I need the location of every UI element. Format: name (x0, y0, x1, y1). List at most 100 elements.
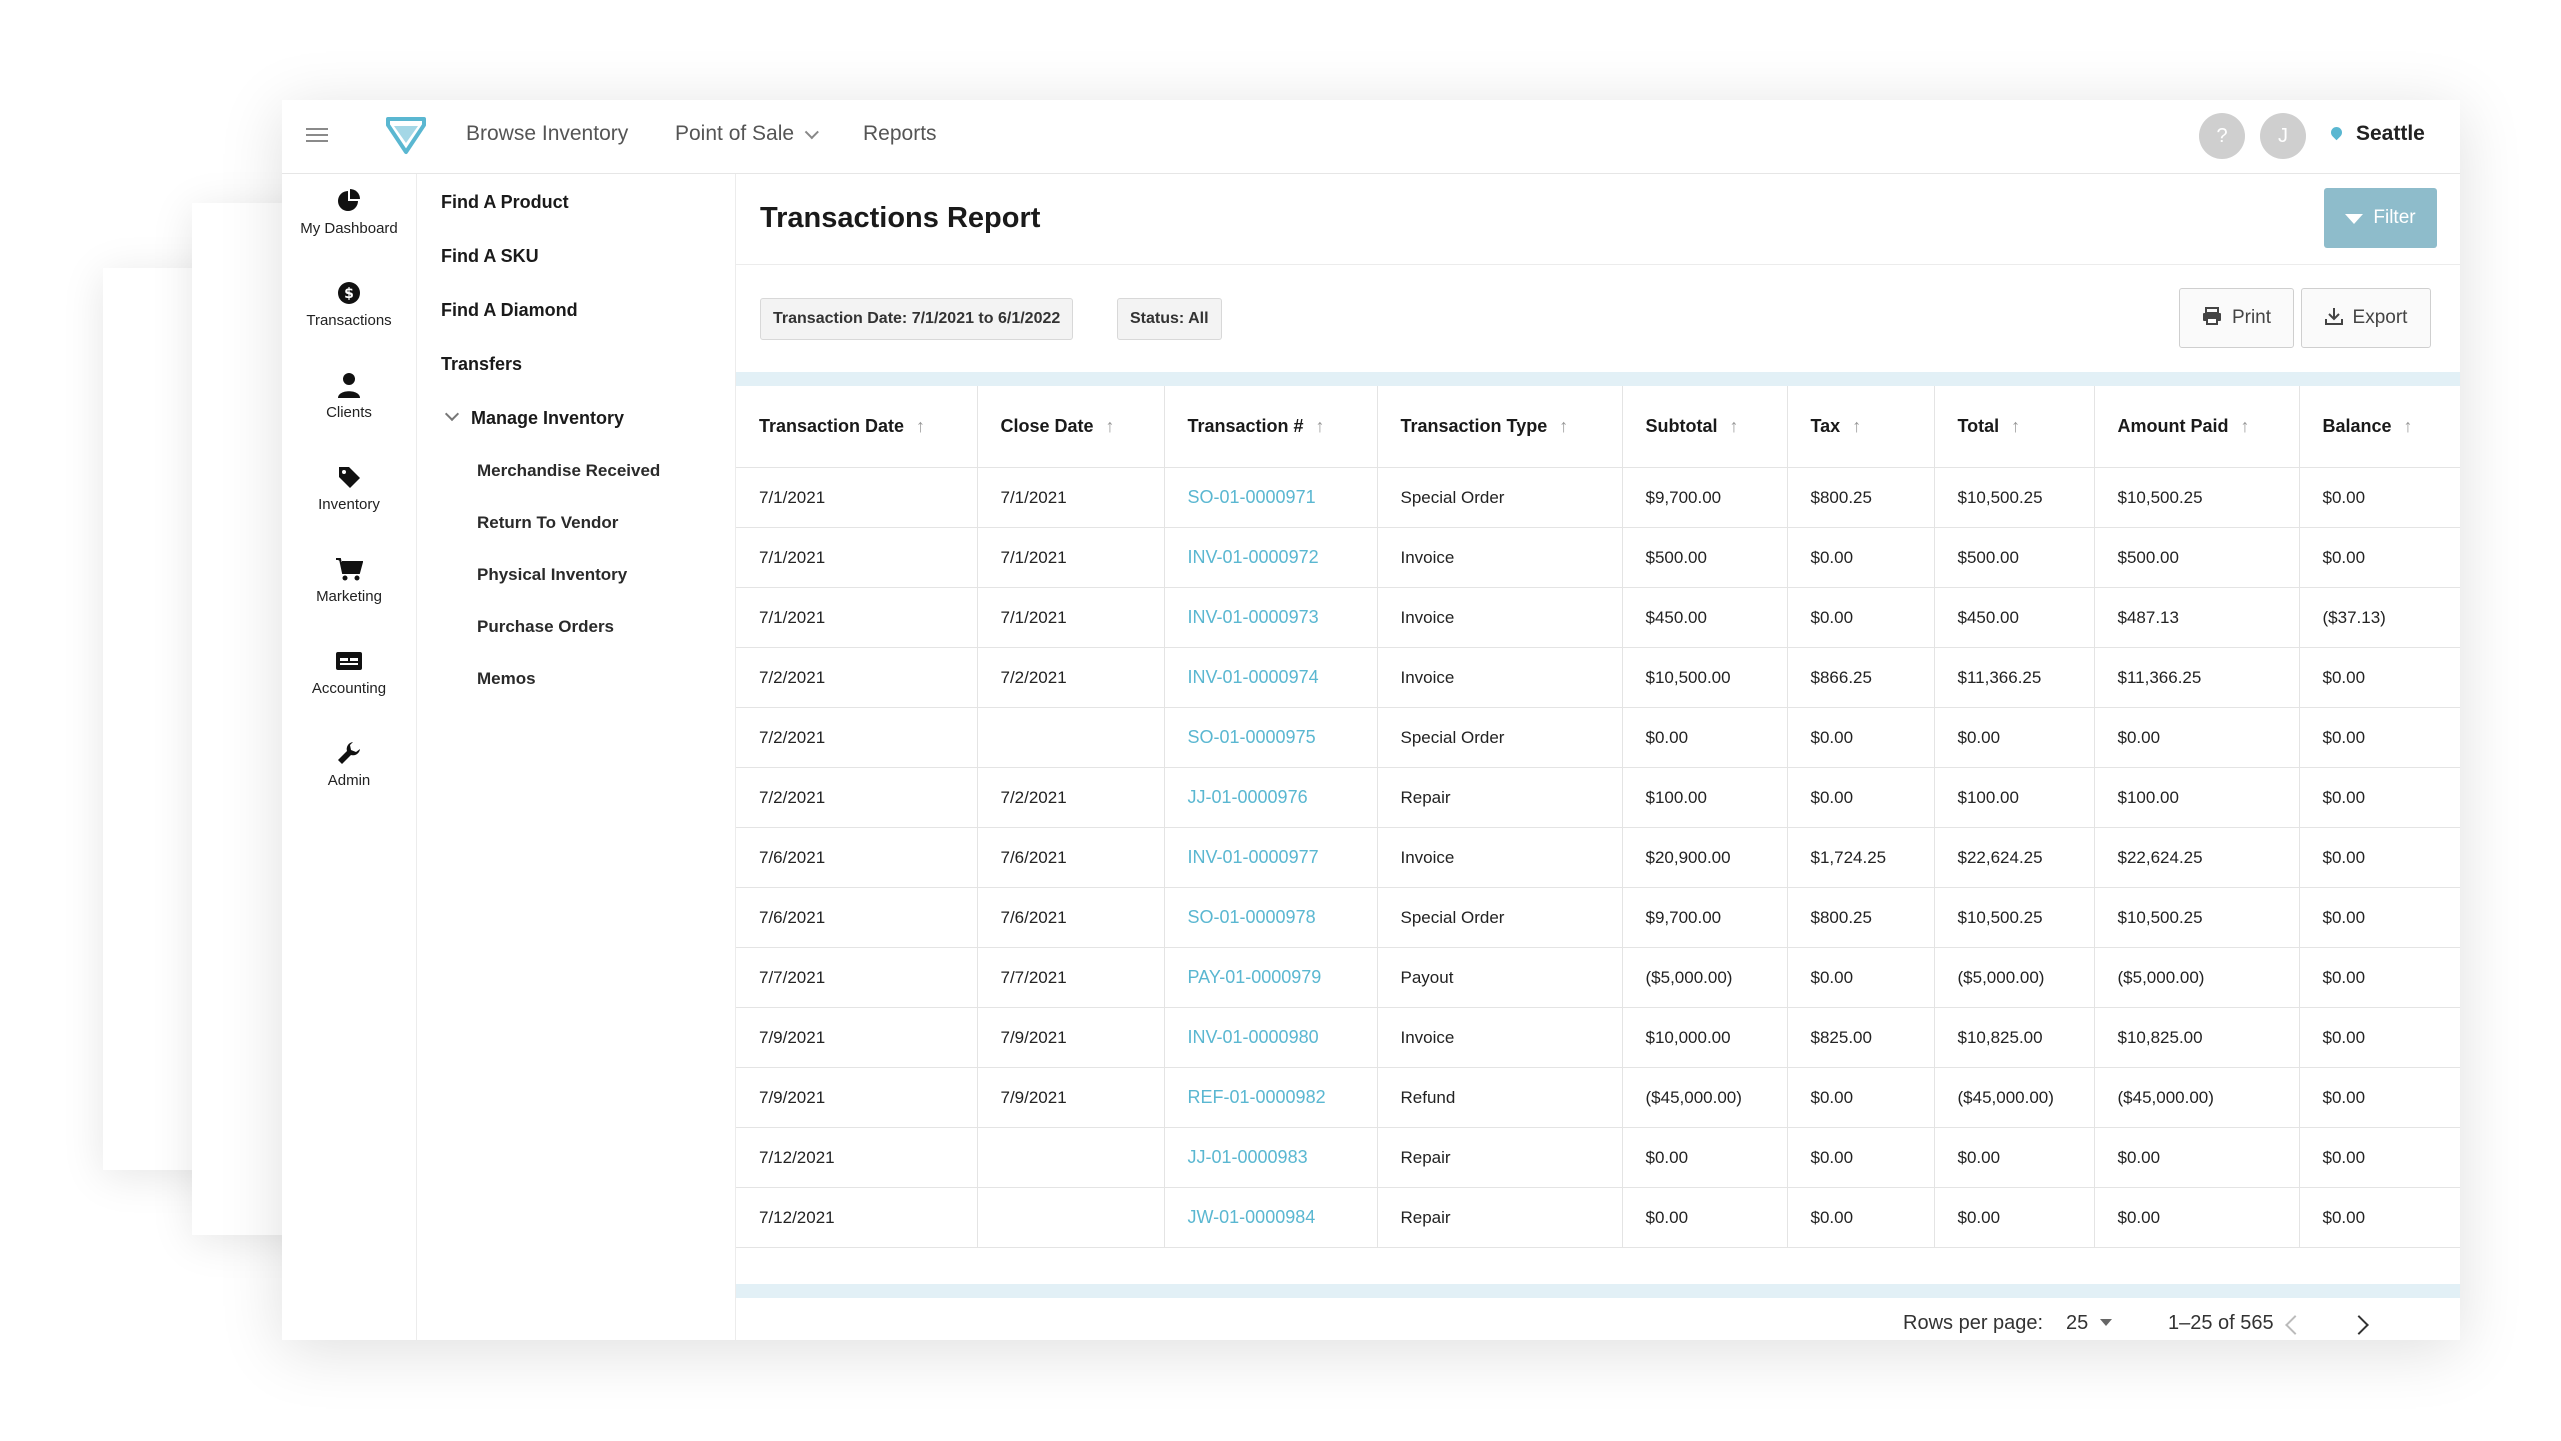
column-header-label: Tax (1810, 416, 1841, 436)
table-cell: $0.00 (2299, 1127, 2460, 1188)
table-row[interactable]: 7/1/2021 7/1/2021 INV-01-0000972 Invoice $50… (736, 527, 2460, 588)
table-cell: $450.00 (1934, 587, 2095, 648)
sort-arrow-icon[interactable]: ↑ (2241, 416, 2250, 437)
submenu-merchandise-received[interactable]: Merchandise Received (477, 461, 660, 481)
column-header[interactable]: Amount Paid ↑ (2094, 386, 2300, 468)
table-row[interactable]: 7/7/2021 7/7/2021 PAY-01-0000979 Payout ($5,… (736, 947, 2460, 1008)
rail-item-transactions[interactable]: $ Transactions (282, 280, 416, 329)
table-row[interactable]: 7/1/2021 7/1/2021 SO-01-0000971 Special Ord… (736, 467, 2460, 528)
filter-button[interactable]: Filter (2324, 188, 2437, 248)
column-header[interactable]: Transaction Date ↑ (736, 386, 978, 468)
nav-reports[interactable]: Reports (863, 122, 937, 146)
diamond-logo-icon[interactable] (382, 112, 430, 158)
transaction-link[interactable]: PAY-01-0000979 (1164, 947, 1378, 1008)
column-header[interactable]: Tax ↑ (1787, 386, 1935, 468)
rail-item-accounting[interactable]: Accounting (282, 648, 416, 697)
table-row[interactable]: 7/2/2021 7/2/2021 INV-01-0000974 Invoice $10… (736, 647, 2460, 708)
user-avatar[interactable]: J (2260, 113, 2306, 159)
transaction-link[interactable]: SO-01-0000978 (1164, 887, 1378, 948)
column-header-label: Transaction Date (759, 416, 905, 436)
column-header[interactable]: Close Date ↑ (977, 386, 1165, 468)
help-button[interactable]: ? (2199, 113, 2245, 159)
transaction-link[interactable]: INV-01-0000980 (1164, 1007, 1378, 1068)
submenu-return-to-vendor[interactable]: Return To Vendor (477, 513, 618, 533)
rail-item-my-dashboard[interactable]: My Dashboard (282, 188, 416, 237)
rail-item-clients[interactable]: Clients (282, 372, 416, 421)
table-row[interactable]: 7/2/2021 SO-01-0000975 Special Order $0.00 $… (736, 707, 2460, 768)
sort-arrow-icon[interactable]: ↑ (2404, 416, 2413, 437)
transaction-link[interactable]: SO-01-0000971 (1164, 467, 1378, 528)
submenu-physical-inventory[interactable]: Physical Inventory (477, 565, 627, 585)
table-row[interactable]: 7/6/2021 7/6/2021 SO-01-0000978 Special Ord… (736, 887, 2460, 948)
location-selector[interactable]: Seattle (2328, 122, 2425, 146)
table-cell: 7/2/2021 (977, 767, 1165, 828)
transaction-link[interactable]: INV-01-0000977 (1164, 827, 1378, 888)
export-button[interactable]: Export (2301, 288, 2431, 348)
table-cell: Invoice (1377, 647, 1623, 708)
column-header[interactable]: Transaction Type ↑ (1377, 386, 1623, 468)
sort-arrow-icon[interactable]: ↑ (1316, 416, 1325, 437)
transaction-link[interactable]: SO-01-0000975 (1164, 707, 1378, 768)
table-cell: $0.00 (2299, 527, 2460, 588)
table-row[interactable]: 7/9/2021 7/9/2021 INV-01-0000980 Invoice $10… (736, 1007, 2460, 1068)
sort-arrow-icon[interactable]: ↑ (1106, 416, 1115, 437)
submenu-find-a-diamond[interactable]: Find A Diamond (441, 300, 578, 321)
column-header-label: Transaction # (1187, 416, 1304, 436)
rail-label: Transactions (306, 312, 392, 329)
sort-arrow-icon[interactable]: ↑ (2011, 416, 2020, 437)
table-row[interactable]: 7/1/2021 7/1/2021 INV-01-0000973 Invoice $45… (736, 587, 2460, 648)
table-row[interactable]: 7/2/2021 7/2/2021 JJ-01-0000976 Repair $100.… (736, 767, 2460, 828)
table-cell: $0.00 (1934, 707, 2095, 768)
transaction-link[interactable]: JW-01-0000984 (1164, 1187, 1378, 1248)
table-cell: $800.25 (1787, 467, 1935, 528)
sort-arrow-icon[interactable]: ↑ (1730, 416, 1739, 437)
table-cell: $0.00 (2094, 1127, 2300, 1188)
submenu-transfers[interactable]: Transfers (441, 354, 522, 375)
table-cell: 7/1/2021 (736, 587, 978, 648)
submenu-memos[interactable]: Memos (477, 669, 536, 689)
rows-per-page-select[interactable]: 25 (2066, 1312, 2113, 1335)
sort-arrow-icon[interactable]: ↑ (1559, 416, 1568, 437)
transaction-link[interactable]: REF-01-0000982 (1164, 1067, 1378, 1128)
submenu-find-a-sku[interactable]: Find A SKU (441, 246, 539, 267)
submenu-find-a-product[interactable]: Find A Product (441, 192, 569, 213)
print-button[interactable]: Print (2179, 288, 2294, 348)
table-cell: 7/9/2021 (977, 1007, 1165, 1068)
nav-point-of-sale[interactable]: Point of Sale (675, 122, 819, 146)
sort-arrow-icon[interactable]: ↑ (1852, 416, 1861, 437)
chevron-down-icon (804, 125, 819, 140)
hamburger-menu-icon[interactable] (306, 124, 328, 148)
submenu-purchase-orders[interactable]: Purchase Orders (477, 617, 614, 637)
submenu-manage-inventory[interactable]: Manage Inventory (444, 406, 624, 429)
sort-arrow-icon[interactable]: ↑ (916, 416, 925, 437)
svg-text:$: $ (344, 286, 354, 302)
column-header[interactable]: Subtotal ↑ (1622, 386, 1788, 468)
page-title: Transactions Report (760, 202, 1041, 234)
chevron-right-icon[interactable] (2349, 1315, 2369, 1335)
table-cell: $0.00 (1787, 587, 1935, 648)
status-chip[interactable]: Status: All (1117, 298, 1222, 340)
table-cell: $22,624.25 (1934, 827, 2095, 888)
transaction-link[interactable]: INV-01-0000974 (1164, 647, 1378, 708)
rail-item-admin[interactable]: Admin (282, 740, 416, 789)
transactions-table-container[interactable]: Transaction Date ↑ Close Date ↑ Transaction … (736, 372, 2460, 1298)
transaction-link[interactable]: INV-01-0000973 (1164, 587, 1378, 648)
date-range-chip[interactable]: Transaction Date: 7/1/2021 to 6/1/2022 (760, 298, 1074, 340)
table-row[interactable]: 7/12/2021 JJ-01-0000983 Repair $0.00 $0.00 $0… (736, 1127, 2460, 1188)
rail-item-inventory[interactable]: Inventory (282, 464, 416, 513)
transaction-link[interactable]: JJ-01-0000976 (1164, 767, 1378, 828)
column-header[interactable]: Total ↑ (1934, 386, 2095, 468)
rail-item-marketing[interactable]: Marketing (282, 556, 416, 605)
nav-browse-inventory[interactable]: Browse Inventory (466, 122, 628, 146)
column-header[interactable]: Balance ↑ (2299, 386, 2460, 468)
chevron-left-icon[interactable] (2285, 1315, 2305, 1335)
column-header-label: Subtotal (1645, 416, 1718, 436)
table-row[interactable]: 7/6/2021 7/6/2021 INV-01-0000977 Invoice $20… (736, 827, 2460, 888)
table-cell: Invoice (1377, 527, 1623, 588)
transaction-link[interactable]: JJ-01-0000983 (1164, 1127, 1378, 1188)
transaction-link[interactable]: INV-01-0000972 (1164, 527, 1378, 588)
table-cell: $0.00 (1787, 707, 1935, 768)
table-row[interactable]: 7/9/2021 7/9/2021 REF-01-0000982 Refund ($45… (736, 1067, 2460, 1128)
table-row[interactable]: 7/12/2021 JW-01-0000984 Repair $0.00 $0.00 $0… (736, 1187, 2460, 1248)
column-header[interactable]: Transaction # ↑ (1164, 386, 1378, 468)
